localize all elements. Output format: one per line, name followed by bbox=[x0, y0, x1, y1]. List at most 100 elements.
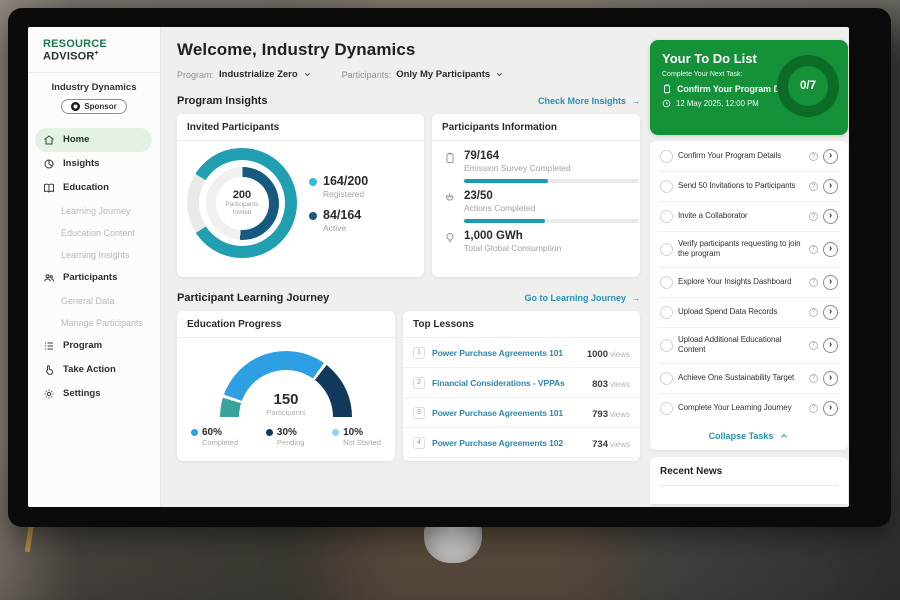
task-checkbox[interactable] bbox=[660, 180, 673, 193]
legend-value: 60% bbox=[202, 427, 238, 438]
legend-value: 10% bbox=[343, 427, 381, 438]
card-title: Top Lessons bbox=[403, 311, 640, 338]
todo-progress-ring: 0/7 bbox=[777, 55, 839, 117]
chevron-right-icon[interactable]: › bbox=[823, 275, 838, 290]
link-label: Check More Insights bbox=[538, 96, 626, 106]
help-icon[interactable]: ? bbox=[809, 404, 818, 413]
chevron-right-icon[interactable]: › bbox=[823, 401, 838, 416]
help-icon[interactable]: ? bbox=[809, 182, 818, 191]
chevron-right-icon[interactable]: › bbox=[823, 305, 838, 320]
task-row[interactable]: Upload Additional Educational Content ? … bbox=[658, 328, 840, 364]
sidebar-item-insights[interactable]: Insights bbox=[28, 152, 160, 176]
chevron-right-icon[interactable]: › bbox=[823, 242, 838, 257]
legend-label: Registered bbox=[323, 189, 368, 199]
gauge-legend: 60% Completed 30% Pending bbox=[177, 417, 395, 447]
sidebar-item-program[interactable]: Program bbox=[28, 334, 160, 358]
logo-text-primary: RESOURCE bbox=[43, 38, 107, 50]
sidebar-item-learning-insights[interactable]: Learning Insights bbox=[28, 244, 160, 266]
info-label: Actions Completed bbox=[464, 203, 639, 213]
sidebar-item-label: Participants bbox=[63, 272, 117, 283]
education-progress-gauge-chart: 150 Participants bbox=[220, 351, 352, 417]
todo-tasks-card: Confirm Your Program Details ? › Send 50… bbox=[650, 141, 848, 450]
help-icon[interactable]: ? bbox=[809, 374, 818, 383]
task-row[interactable]: Upload Spend Data Records ? › bbox=[658, 298, 840, 328]
lesson-row[interactable]: 5 Power Purchase Agreements 103 600views bbox=[403, 458, 640, 461]
sidebar-item-manage-participants[interactable]: Manage Participants bbox=[28, 312, 160, 334]
lesson-views: 734 bbox=[592, 439, 608, 450]
task-row[interactable]: Achieve One Sustainability Target ? › bbox=[658, 364, 840, 394]
chevron-right-icon[interactable]: › bbox=[823, 149, 838, 164]
sidebar-item-participants[interactable]: Participants bbox=[28, 266, 160, 290]
lesson-row[interactable]: 4 Power Purchase Agreements 102 734views bbox=[403, 428, 640, 458]
legend-dot bbox=[309, 212, 317, 220]
task-row[interactable]: Confirm Your Program Details ? › bbox=[658, 142, 840, 172]
recent-news-title: Recent News bbox=[660, 466, 838, 486]
help-icon[interactable]: ? bbox=[809, 212, 818, 221]
task-row[interactable]: Invite a Collaborator ? › bbox=[658, 202, 840, 232]
lesson-link[interactable]: Power Purchase Agreements 102 bbox=[432, 438, 585, 448]
sidebar-item-education[interactable]: Education bbox=[28, 176, 160, 200]
clipboard-icon bbox=[662, 84, 672, 94]
chevron-right-icon[interactable]: › bbox=[823, 209, 838, 224]
participants-filter[interactable]: Participants: Only My Participants bbox=[342, 69, 505, 80]
lesson-row[interactable]: 3 Power Purchase Agreements 101 793views bbox=[403, 398, 640, 428]
info-row-actions: 23/50 Actions Completed bbox=[444, 190, 628, 223]
task-row[interactable]: Explore Your Insights Dashboard ? › bbox=[658, 268, 840, 298]
help-icon[interactable]: ? bbox=[809, 308, 818, 317]
gauge-center-label: Participants bbox=[220, 408, 352, 417]
sidebar-item-settings[interactable]: Settings bbox=[28, 382, 160, 406]
logo-text-secondary: ADVISOR bbox=[43, 51, 95, 63]
task-checkbox[interactable] bbox=[660, 243, 673, 256]
sidebar-item-home[interactable]: Home bbox=[35, 128, 152, 152]
help-icon[interactable]: ? bbox=[809, 152, 818, 161]
collapse-tasks-link[interactable]: Collapse Tasks bbox=[658, 423, 840, 446]
task-checkbox[interactable] bbox=[660, 276, 673, 289]
gauge-center-value: 150 bbox=[220, 391, 352, 408]
main-content: Welcome, Industry Dynamics Program: Indu… bbox=[161, 27, 650, 507]
legend-item-pending: 30% Pending bbox=[266, 427, 305, 447]
chevron-up-icon bbox=[779, 431, 789, 441]
lesson-views-label: views bbox=[610, 410, 630, 419]
help-icon[interactable]: ? bbox=[809, 341, 818, 350]
sidebar-item-take-action[interactable]: Take Action bbox=[28, 358, 160, 382]
chevron-right-icon[interactable]: › bbox=[823, 371, 838, 386]
task-checkbox[interactable] bbox=[660, 372, 673, 385]
chevron-right-icon[interactable]: › bbox=[823, 338, 838, 353]
legend-label: Not Started bbox=[343, 438, 381, 447]
sidebar-item-general-data[interactable]: General Data bbox=[28, 290, 160, 312]
lesson-rank: 2 bbox=[413, 377, 425, 389]
lesson-link[interactable]: Power Purchase Agreements 101 bbox=[432, 348, 580, 358]
education-progress-card: Education Progress 150 Participants bbox=[177, 311, 395, 461]
sidebar-item-learning-journey[interactable]: Learning Journey bbox=[28, 200, 160, 222]
lesson-row[interactable]: 2 Financial Considerations - VPPAs 803vi… bbox=[403, 368, 640, 398]
help-icon[interactable]: ? bbox=[809, 245, 818, 254]
task-checkbox[interactable] bbox=[660, 210, 673, 223]
program-filter[interactable]: Program: Industrialize Zero bbox=[177, 69, 312, 80]
participants-icon bbox=[43, 272, 55, 284]
legend-item-completed: 60% Completed bbox=[191, 427, 238, 447]
help-icon[interactable]: ? bbox=[809, 278, 818, 287]
task-row[interactable]: Verify participants requesting to join t… bbox=[658, 232, 840, 268]
chevron-right-icon[interactable]: › bbox=[823, 179, 838, 194]
task-checkbox[interactable] bbox=[660, 339, 673, 352]
task-row[interactable]: Send 50 Invitations to Participants ? › bbox=[658, 172, 840, 202]
sidebar-item-education-content[interactable]: Education Content bbox=[28, 222, 160, 244]
lesson-link[interactable]: Power Purchase Agreements 101 bbox=[432, 408, 585, 418]
education-icon bbox=[43, 182, 55, 194]
lesson-rank: 4 bbox=[413, 437, 425, 449]
check-more-insights-link[interactable]: Check More Insights → bbox=[538, 96, 640, 106]
account-name: Industry Dynamics bbox=[28, 82, 160, 93]
go-to-learning-journey-link[interactable]: Go to Learning Journey → bbox=[524, 293, 640, 303]
lesson-row[interactable]: 1 Power Purchase Agreements 101 1000view… bbox=[403, 338, 640, 368]
logo-plus: + bbox=[95, 50, 99, 57]
lesson-link[interactable]: Financial Considerations - VPPAs bbox=[432, 378, 585, 388]
task-checkbox[interactable] bbox=[660, 402, 673, 415]
task-checkbox[interactable] bbox=[660, 150, 673, 163]
program-icon bbox=[43, 340, 55, 352]
sidebar-item-label: Insights bbox=[63, 158, 99, 169]
task-row[interactable]: Complete Your Learning Journey ? › bbox=[658, 394, 840, 423]
sidebar-item-label: Settings bbox=[63, 388, 100, 399]
card-title: Participants Information bbox=[432, 114, 640, 141]
legend-label: Completed bbox=[202, 438, 238, 447]
task-checkbox[interactable] bbox=[660, 306, 673, 319]
